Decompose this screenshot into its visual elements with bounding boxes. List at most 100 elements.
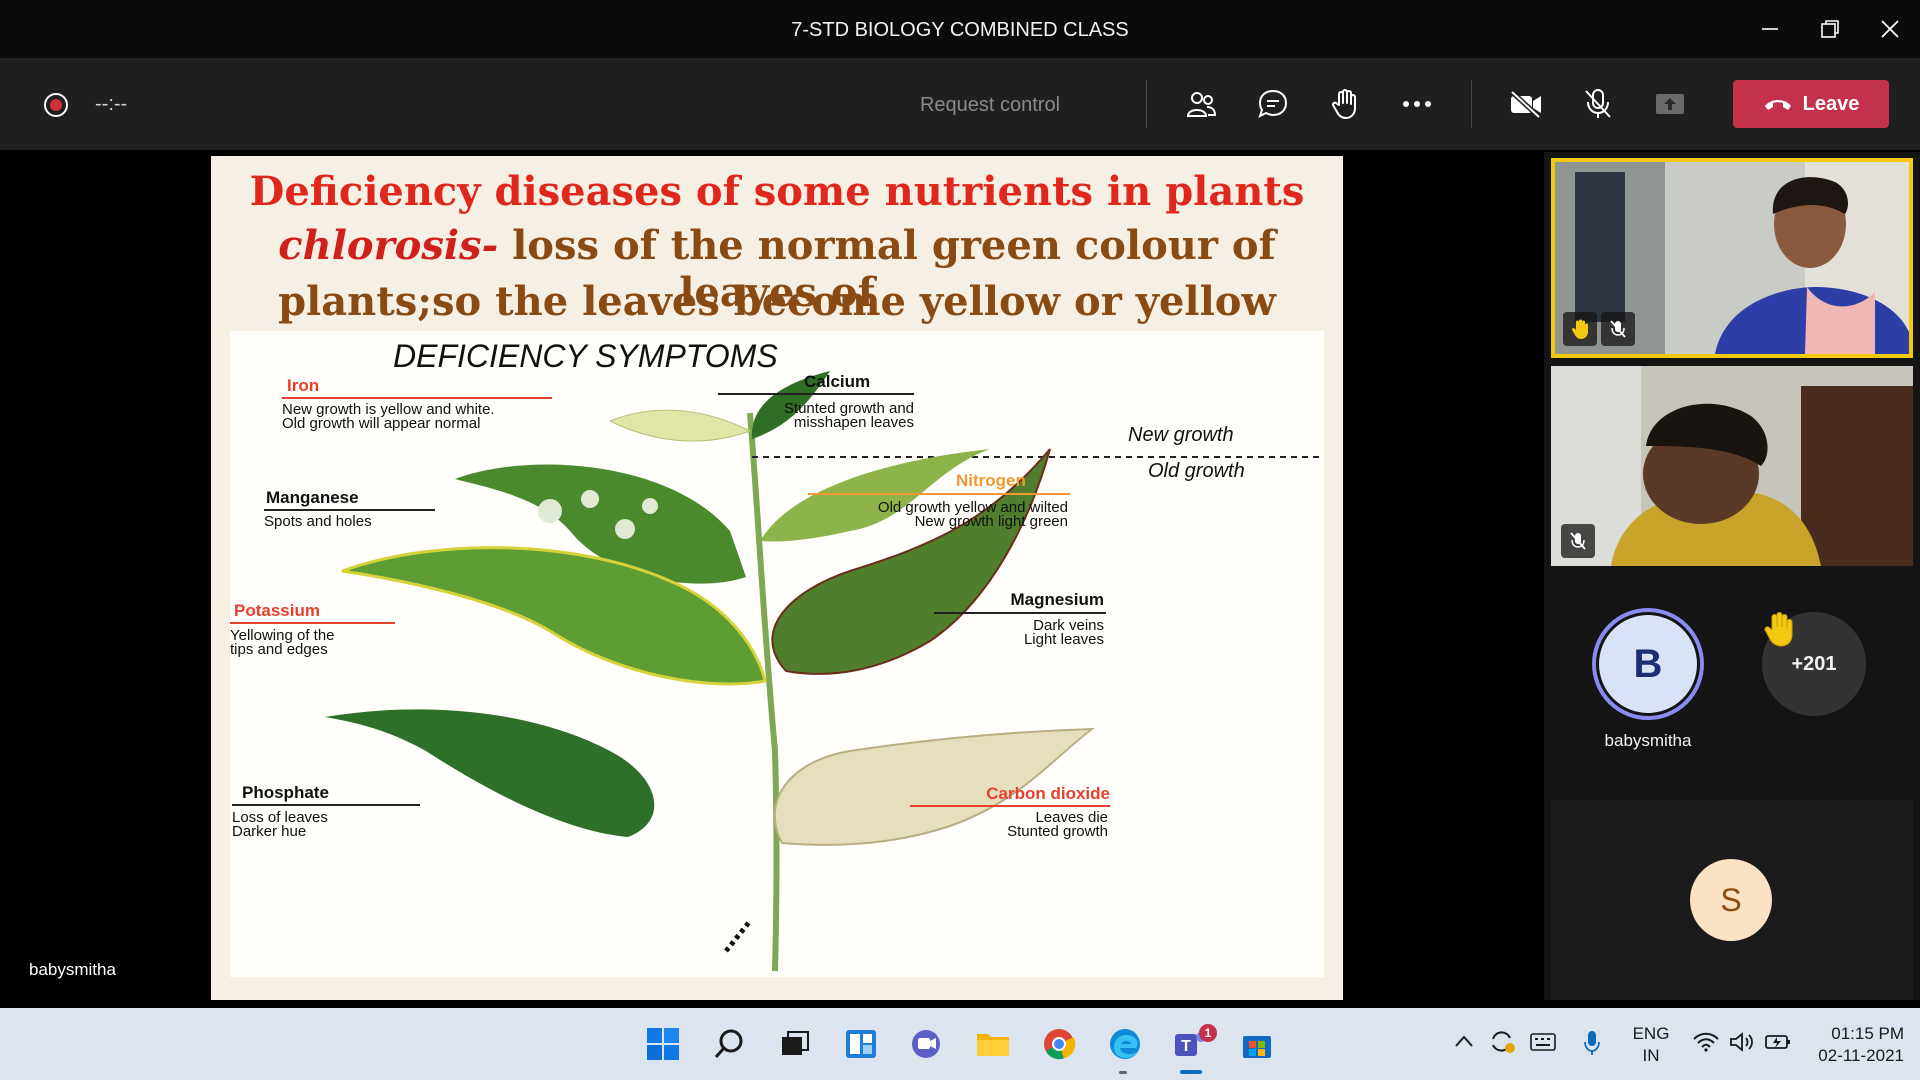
hand-icon	[1332, 89, 1356, 119]
touch-keyboard-button[interactable]	[1530, 1033, 1556, 1056]
start-button[interactable]	[641, 1022, 685, 1066]
potassium-label: Potassium	[234, 601, 320, 620]
request-control-button[interactable]: Request control	[900, 92, 1080, 118]
chlorosis-term: chlorosis-	[278, 222, 499, 269]
active-app-indicator	[1180, 1070, 1202, 1074]
store-button[interactable]	[1235, 1022, 1279, 1066]
participant-video-tile[interactable]	[1551, 366, 1913, 566]
chrome-icon	[1044, 1029, 1076, 1060]
microphone-tray-button[interactable]	[1583, 1030, 1601, 1061]
toolbar-divider	[1471, 80, 1472, 128]
sync-tray-button[interactable]	[1488, 1030, 1516, 1059]
language-indicator[interactable]: ENG IN	[1622, 1023, 1680, 1067]
store-icon	[1243, 1036, 1271, 1058]
chrome-button[interactable]	[1037, 1022, 1081, 1066]
slide-title: Deficiency diseases of some nutrients in…	[249, 168, 1305, 215]
meeting-timer: --:--	[95, 93, 128, 115]
volume-icon	[1730, 1032, 1753, 1052]
manganese-desc: Spots and holes	[264, 513, 372, 530]
diagram-heading: DEFICIENCY SYMPTOMS	[393, 338, 778, 374]
raised-hand-badge	[1563, 312, 1597, 346]
people-icon	[1186, 92, 1217, 117]
carbon-dioxide-desc-2: Stunted growth	[1007, 823, 1108, 840]
leave-button[interactable]: Leave	[1733, 80, 1889, 128]
windows-icon	[647, 1028, 679, 1060]
more-icon	[1403, 101, 1431, 107]
keyboard-icon	[1530, 1033, 1556, 1051]
muted-badge	[1561, 524, 1595, 558]
mic-off-icon	[1610, 320, 1626, 338]
recording-indicator-icon	[44, 93, 68, 117]
clock-date: 02-11-2021	[1818, 1046, 1904, 1065]
edge-icon	[1110, 1029, 1140, 1059]
close-button[interactable]	[1860, 0, 1920, 58]
microphone-icon	[1584, 1031, 1600, 1055]
avatar-initial: B	[1599, 615, 1697, 713]
manganese-spot	[538, 499, 562, 523]
search-button[interactable]	[707, 1022, 751, 1066]
calcium-label: Calcium	[804, 372, 870, 391]
teams-chat-button[interactable]	[905, 1022, 949, 1066]
mic-off-icon	[1570, 532, 1586, 550]
task-view-icon	[782, 1031, 809, 1055]
svg-text:T: T	[1181, 1038, 1191, 1055]
sync-icon	[1492, 1031, 1515, 1053]
more-actions-button[interactable]	[1395, 82, 1439, 126]
teams-notification-badge: 1	[1199, 1024, 1217, 1042]
manganese-label: Manganese	[266, 488, 359, 507]
clock[interactable]: 01:15 PM 02-11-2021	[1800, 1023, 1904, 1067]
wifi-icon	[1693, 1032, 1719, 1052]
presenter-name-label: babysmitha	[29, 960, 116, 979]
leave-label: Leave	[1802, 92, 1860, 115]
show-hidden-icons-button[interactable]	[1454, 1034, 1474, 1053]
file-explorer-button[interactable]	[971, 1022, 1015, 1066]
task-view-button[interactable]	[773, 1022, 817, 1066]
manganese-spot	[615, 519, 635, 539]
iron-label: Iron	[287, 376, 319, 395]
raise-hand-button[interactable]	[1323, 82, 1367, 126]
mic-button[interactable]	[1576, 82, 1620, 126]
participant-avatar[interactable]: B	[1592, 608, 1704, 720]
hand-icon	[1571, 319, 1588, 339]
quick-settings-button[interactable]	[1693, 1032, 1791, 1052]
calcium-desc-2: misshapen leaves	[794, 414, 914, 431]
battery-charging-icon	[1765, 1035, 1790, 1049]
manganese-spot	[642, 498, 658, 514]
iron-desc-2: Old growth will appear normal	[282, 415, 480, 432]
phone-hangup-icon	[1764, 100, 1791, 110]
chat-button[interactable]	[1251, 82, 1295, 126]
window-title: 7-STD BIOLOGY COMBINED CLASS	[791, 19, 1129, 41]
language-code: ENG	[1632, 1024, 1670, 1043]
participant-video-2	[1551, 366, 1913, 566]
restore-button[interactable]	[1800, 0, 1860, 58]
nitrogen-label: Nitrogen	[956, 471, 1026, 490]
camera-button[interactable]	[1504, 82, 1548, 126]
phosphate-label: Phosphate	[242, 783, 329, 802]
camera-off-icon	[1510, 90, 1541, 118]
self-avatar[interactable]: S	[1690, 859, 1772, 941]
close-icon	[1881, 20, 1899, 38]
running-app-indicator	[1119, 1071, 1127, 1074]
magnesium-desc-2: Light leaves	[1024, 631, 1104, 648]
carbon-dioxide-label: Carbon dioxide	[986, 784, 1110, 803]
widgets-icon	[846, 1030, 876, 1058]
participant-name: babysmitha	[1604, 731, 1692, 750]
chat-icon	[912, 1030, 940, 1058]
old-growth-label: Old growth	[1148, 460, 1245, 482]
manganese-spot	[581, 490, 599, 508]
edge-button[interactable]	[1103, 1022, 1147, 1066]
restore-icon	[1821, 20, 1839, 38]
search-icon	[714, 1029, 743, 1058]
shared-slide: Deficiency diseases of some nutrients in…	[211, 156, 1343, 1000]
chat-icon	[1258, 89, 1288, 118]
widgets-button[interactable]	[839, 1022, 883, 1066]
minimize-button[interactable]	[1740, 0, 1800, 58]
deficiency-symptoms-diagram: DEFICIENCY SYMPTOMS New growth Old growt…	[230, 331, 1324, 977]
mic-off-icon	[1585, 89, 1611, 118]
language-region: IN	[1642, 1046, 1660, 1065]
chevron-up-icon	[1455, 1035, 1473, 1047]
share-button[interactable]	[1648, 82, 1692, 126]
participant-video-tile[interactable]	[1551, 158, 1913, 358]
participants-button[interactable]	[1179, 82, 1223, 126]
folder-icon	[977, 1034, 1009, 1056]
